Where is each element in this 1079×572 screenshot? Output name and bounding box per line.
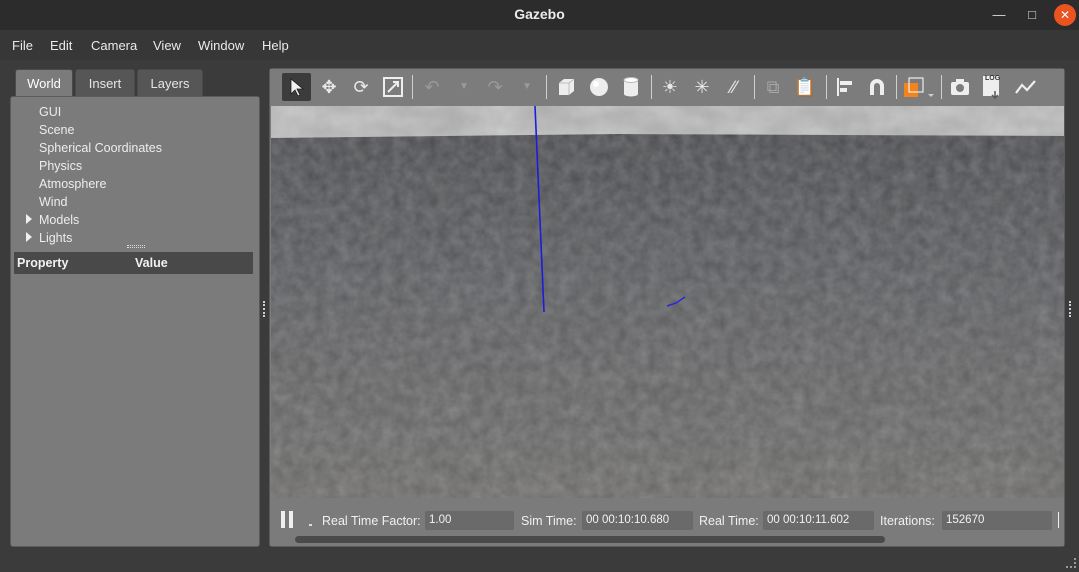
asphalt-shadow-texture: [271, 134, 1064, 498]
select-arrow-icon[interactable]: [282, 73, 311, 101]
view-angle-icon[interactable]: [902, 73, 936, 101]
rotate-icon[interactable]: ⟳: [348, 73, 374, 101]
sphere-icon[interactable]: [586, 73, 612, 101]
toolbar-separator: [546, 75, 547, 99]
window-title: Gazebo: [514, 6, 565, 22]
sky: [271, 106, 1064, 138]
toolbar-separator: [941, 75, 942, 99]
toolbar-separator: [754, 75, 755, 99]
toolbar-separator: [412, 75, 413, 99]
tree-item-lights[interactable]: Lights: [39, 231, 72, 245]
menu-help[interactable]: Help: [262, 38, 289, 53]
chevron-down-icon[interactable]: ▼: [518, 73, 536, 101]
minimize-icon[interactable]: —: [988, 4, 1010, 26]
menu-edit[interactable]: Edit: [50, 38, 72, 53]
toolbar-separator: [896, 75, 897, 99]
menu-bar: File Edit Camera View Window Help: [0, 30, 1079, 60]
plot-icon[interactable]: [1012, 73, 1040, 101]
iterations-field: 152670: [942, 511, 1052, 530]
tree-item-wind[interactable]: Wind: [39, 195, 67, 209]
undo-icon[interactable]: ↶: [419, 73, 445, 101]
property-column-header: Property: [17, 256, 69, 270]
log-icon[interactable]: LOG: [979, 73, 1007, 101]
tree-item-gui[interactable]: GUI: [39, 105, 61, 119]
property-header: Property Value: [14, 252, 253, 274]
sim-time-field: 00 00:10:10.680: [582, 511, 693, 530]
tab-world[interactable]: World: [15, 69, 73, 98]
horizontal-scrollbar[interactable]: [295, 536, 885, 543]
spot-light-icon[interactable]: ✳: [689, 73, 715, 101]
menu-window[interactable]: Window: [198, 38, 244, 53]
tree-item-spherical-coordinates[interactable]: Spherical Coordinates: [39, 141, 162, 155]
resize-grip-icon[interactable]: [1066, 558, 1076, 568]
real-time-factor-label: Real Time Factor:: [322, 514, 421, 528]
tree-item-atmosphere[interactable]: Atmosphere: [39, 177, 106, 191]
expand-arrow-icon[interactable]: [26, 214, 32, 224]
title-bar: Gazebo — □ ✕: [0, 0, 1079, 30]
redo-icon[interactable]: ↷: [482, 73, 508, 101]
tree-item-physics[interactable]: Physics: [39, 159, 82, 173]
directional-light-icon[interactable]: ∕∕: [721, 73, 747, 101]
panel-splitter-handle[interactable]: [263, 301, 265, 317]
menu-camera[interactable]: Camera: [91, 38, 137, 53]
scale-icon[interactable]: [380, 73, 406, 101]
tree-item-models[interactable]: Models: [39, 213, 79, 227]
close-icon[interactable]: ✕: [1054, 4, 1076, 26]
splitter-grip[interactable]: [127, 245, 145, 248]
translate-icon[interactable]: ✥: [316, 73, 342, 101]
tab-layers[interactable]: Layers: [137, 69, 203, 97]
chevron-down-icon[interactable]: ▼: [455, 73, 473, 101]
sim-time-label: Sim Time:: [521, 514, 577, 528]
maximize-icon[interactable]: □: [1021, 4, 1043, 26]
menu-view[interactable]: View: [153, 38, 181, 53]
overflow-indicator: [1058, 512, 1062, 528]
iterations-label: Iterations:: [880, 514, 935, 528]
paste-icon[interactable]: 📋: [792, 73, 818, 101]
tree-item-scene[interactable]: Scene: [39, 123, 74, 137]
tab-insert[interactable]: Insert: [75, 69, 135, 97]
right-splitter-handle[interactable]: [1069, 301, 1071, 317]
step-indicator: [309, 524, 312, 526]
snap-icon[interactable]: [864, 73, 890, 101]
log-badge: LOG: [985, 75, 1001, 82]
box-icon[interactable]: [553, 73, 579, 101]
3d-viewport[interactable]: [271, 106, 1064, 498]
pause-icon[interactable]: [281, 511, 295, 529]
point-light-icon[interactable]: ☀: [657, 73, 683, 101]
value-column-header: Value: [135, 256, 168, 270]
copy-icon[interactable]: ⧉: [760, 73, 786, 101]
expand-arrow-icon[interactable]: [26, 232, 32, 242]
real-time-field: 00 00:10:11.602: [763, 511, 874, 530]
align-icon[interactable]: [832, 73, 858, 101]
real-time-factor-field: 1.00: [425, 511, 514, 530]
menu-file[interactable]: File: [12, 38, 33, 53]
toolbar-separator: [826, 75, 827, 99]
cylinder-icon[interactable]: [618, 73, 644, 101]
toolbar-separator: [651, 75, 652, 99]
real-time-label: Real Time:: [699, 514, 759, 528]
screenshot-icon[interactable]: [947, 73, 973, 101]
